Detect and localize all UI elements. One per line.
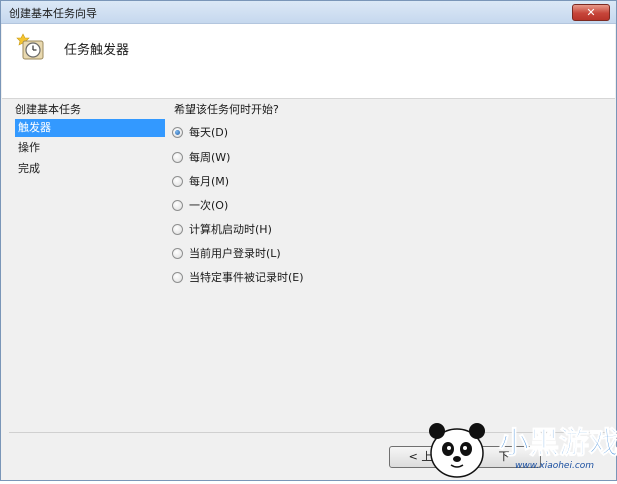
radio-button[interactable] <box>172 151 183 163</box>
watermark-text: 小黑游戏 <box>499 426 617 461</box>
radio-label: 每周(W) <box>189 151 231 164</box>
radio-label: 一次(O) <box>189 199 229 212</box>
radio-label: 计算机启动时(H) <box>189 223 272 236</box>
radio-button[interactable] <box>172 126 183 138</box>
sidebar-item-label: 完成 <box>18 162 40 175</box>
sidebar-item-label: 触发器 <box>18 121 51 134</box>
window-title: 创建基本任务向导 <box>9 7 97 20</box>
radio-label: 当特定事件被记录时(E) <box>189 271 304 284</box>
radio-button[interactable] <box>172 271 183 283</box>
radio-monthly[interactable]: 每月(M) <box>172 173 229 189</box>
trigger-options: 希望该任务何时开始? 每天(D) 每周(W) 每月(M) 一次(O) 计算机启动… <box>171 99 611 429</box>
radio-button[interactable] <box>172 223 183 235</box>
wizard-window: 创建基本任务向导 ✕ 任务触发器 创建基本任务 触发器 操作 完成 希望该任务何… <box>0 0 617 481</box>
radio-label: 每月(M) <box>189 175 230 188</box>
radio-button[interactable] <box>172 247 183 259</box>
sidebar-item-action[interactable]: 操作 <box>15 139 165 157</box>
sidebar-item-trigger[interactable]: 触发器 <box>15 119 165 137</box>
scheduled-task-clock-icon <box>16 33 44 60</box>
site-watermark: 小黑游戏 www.xiaohei.com <box>417 411 617 481</box>
radio-button[interactable] <box>172 175 183 187</box>
radio-startup[interactable]: 计算机启动时(H) <box>172 221 272 237</box>
title-bar[interactable]: 创建基本任务向导 ✕ <box>1 1 616 24</box>
sidebar-heading: 创建基本任务 <box>15 103 81 116</box>
radio-once[interactable]: 一次(O) <box>172 197 228 213</box>
close-icon: ✕ <box>586 6 596 19</box>
radio-logon[interactable]: 当前用户登录时(L) <box>172 245 281 261</box>
wizard-sidebar: 创建基本任务 触发器 操作 完成 <box>2 99 167 469</box>
watermark-url: www.xiaohei.com <box>515 461 595 471</box>
sidebar-item-label: 操作 <box>18 141 40 154</box>
radio-button[interactable] <box>172 199 183 211</box>
radio-event[interactable]: 当特定事件被记录时(E) <box>172 269 304 285</box>
question-label: 希望该任务何时开始? <box>174 103 279 116</box>
radio-label: 当前用户登录时(L) <box>189 247 281 260</box>
page-title: 任务触发器 <box>64 43 130 58</box>
radio-weekly[interactable]: 每周(W) <box>172 149 230 165</box>
wizard-header: 任务触发器 <box>2 24 615 99</box>
sidebar-item-finish[interactable]: 完成 <box>15 160 165 178</box>
radio-label: 每天(D) <box>189 126 229 139</box>
radio-daily[interactable]: 每天(D) <box>172 124 228 140</box>
close-button[interactable]: ✕ <box>572 4 610 21</box>
